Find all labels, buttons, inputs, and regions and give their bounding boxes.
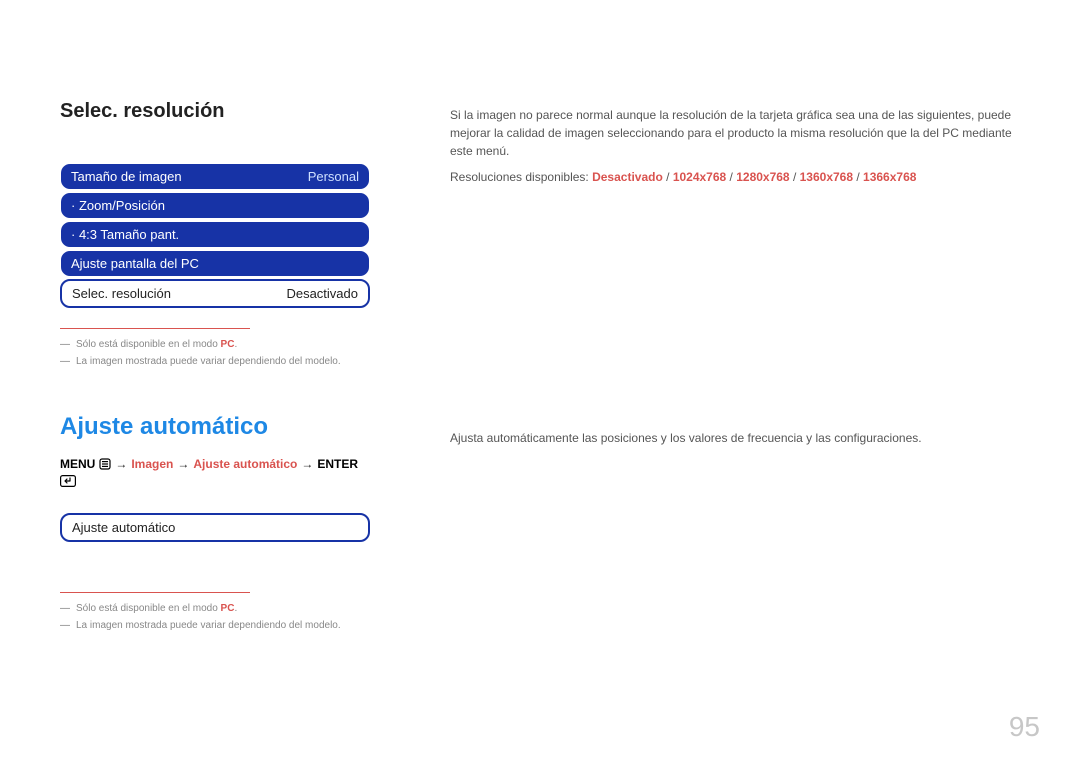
menu-label: Selec. resolución <box>72 286 171 301</box>
footnote-red: PC <box>221 603 235 614</box>
footnote-text: La imagen mostrada puede variar dependie… <box>76 620 341 631</box>
dash-icon: ― <box>60 356 70 367</box>
footnote-suffix: . <box>234 603 237 614</box>
footnote-prefix: Sólo está disponible en el modo <box>76 603 221 614</box>
breadcrumb-enter: ENTER <box>317 457 358 471</box>
breadcrumb-imagen: Imagen <box>131 457 173 471</box>
footnote-4: ― La imagen mostrada puede variar depend… <box>60 620 370 631</box>
menu-box-2: Ajuste automático <box>60 513 370 542</box>
menu-item-43-tamano: · 4:3 Tamaño pant. <box>60 221 370 248</box>
res-opt-3: 1360x768 <box>800 170 853 184</box>
res-opt-0: Desactivado <box>592 170 663 184</box>
divider <box>60 328 250 329</box>
menu-item-ajuste-pantalla-pc: Ajuste pantalla del PC <box>60 250 370 277</box>
footnote-text: Sólo está disponible en el modo PC. <box>76 603 237 614</box>
section-ajuste-automatico: Ajuste automático MENU → Imagen → Ajuste… <box>60 413 1020 637</box>
body-text-2: Ajusta automáticamente las posiciones y … <box>450 429 1020 447</box>
arrow-icon: → <box>301 457 313 471</box>
arrow-icon: → <box>115 457 127 471</box>
footnote-prefix: Sólo está disponible en el modo <box>76 339 221 350</box>
left-column-1: Selec. resolución Tamaño de imagen Perso… <box>60 100 370 373</box>
res-opt-1: 1024x768 <box>673 170 726 184</box>
divider <box>60 592 250 593</box>
footnote-text: La imagen mostrada puede variar dependie… <box>76 356 341 367</box>
menu-icon <box>99 458 111 470</box>
menu-label: · 4:3 Tamaño pant. <box>71 227 179 242</box>
breadcrumb-menu: MENU <box>60 457 95 471</box>
menu-item-tamano-imagen: Tamaño de imagen Personal <box>60 163 370 190</box>
body-text-1: Si la imagen no parece normal aunque la … <box>450 106 1020 160</box>
menu-label: · Zoom/Posición <box>71 198 165 213</box>
footnote-3: ― Sólo está disponible en el modo PC. <box>60 603 370 614</box>
left-column-2: Ajuste automático MENU → Imagen → Ajuste… <box>60 413 370 637</box>
menu-item-selec-resolucion: Selec. resolución Desactivado <box>60 279 370 308</box>
menu-label: Ajuste automático <box>72 520 175 535</box>
menu-item-ajuste-automatico: Ajuste automático <box>60 513 370 542</box>
res-opt-4: 1366x768 <box>863 170 916 184</box>
heading-selec-resolucion: Selec. resolución <box>60 100 370 123</box>
footnote-red: PC <box>221 339 235 350</box>
menu-value: Personal <box>308 169 359 184</box>
dash-icon: ― <box>60 603 70 614</box>
footnote-2: ― La imagen mostrada puede variar depend… <box>60 356 370 367</box>
arrow-icon: → <box>177 457 189 471</box>
menu-value: Desactivado <box>286 286 358 301</box>
page: Selec. resolución Tamaño de imagen Perso… <box>0 0 1080 763</box>
menu-label: Ajuste pantalla del PC <box>71 256 199 271</box>
res-opt-2: 1280x768 <box>736 170 789 184</box>
menu-item-zoom-posicion: · Zoom/Posición <box>60 192 370 219</box>
dash-icon: ― <box>60 339 70 350</box>
menu-label: Tamaño de imagen <box>71 169 182 184</box>
footnote-suffix: . <box>234 339 237 350</box>
section-selec-resolucion: Selec. resolución Tamaño de imagen Perso… <box>60 100 1020 373</box>
resolutions-line: Resoluciones disponibles: Desactivado / … <box>450 170 1020 184</box>
breadcrumb-ajuste-auto: Ajuste automático <box>193 457 297 471</box>
menu-box-1: Tamaño de imagen Personal · Zoom/Posició… <box>60 163 370 308</box>
dash-icon: ― <box>60 620 70 631</box>
footnote-1: ― Sólo está disponible en el modo PC. <box>60 339 370 350</box>
right-column-1: Si la imagen no parece normal aunque la … <box>450 100 1020 373</box>
heading-ajuste-automatico: Ajuste automático <box>60 413 370 441</box>
footnote-text: Sólo está disponible en el modo PC. <box>76 339 237 350</box>
right-column-2: Ajusta automáticamente las posiciones y … <box>450 413 1020 637</box>
res-label: Resoluciones disponibles: <box>450 170 592 184</box>
page-number: 95 <box>1009 711 1040 743</box>
breadcrumb: MENU → Imagen → Ajuste automático → ENTE… <box>60 457 370 487</box>
enter-icon <box>60 475 76 487</box>
